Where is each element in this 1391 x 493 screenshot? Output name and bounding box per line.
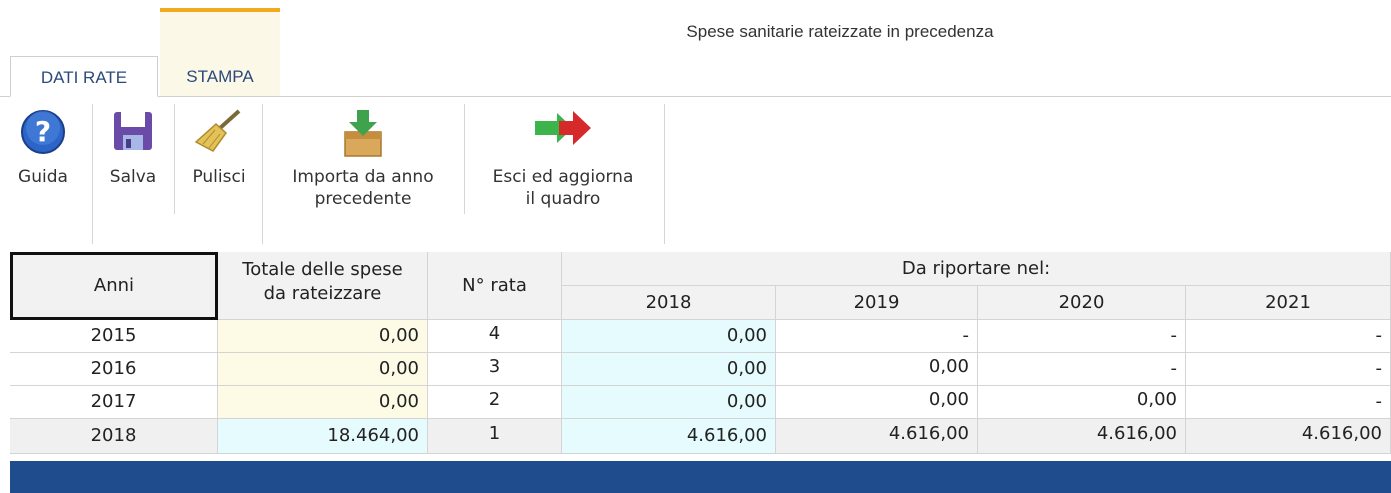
header-year-2018: 2018 (562, 286, 776, 320)
header-year-2020: 2020 (978, 286, 1186, 320)
cell-2021: - (1186, 353, 1391, 386)
tab-stampa[interactable]: STAMPA (160, 56, 280, 97)
header-da-riportare: Da riportare nel: (562, 252, 1391, 286)
window-title: Spese sanitarie rateizzate in precedenza (686, 22, 994, 41)
cell-totale[interactable]: 0,00 (218, 320, 428, 353)
bottom-bar (10, 461, 1391, 493)
exit-arrow-icon (470, 108, 656, 166)
cell-totale[interactable]: 18.464,00 (218, 419, 428, 454)
cell-anno: 2015 (10, 320, 218, 353)
cell-2018[interactable]: 0,00 (562, 320, 776, 353)
cell-2019: 4.616,00 (776, 419, 978, 454)
ribbon-separator (92, 104, 93, 244)
ribbon-separator (262, 104, 263, 244)
pulisci-label: Pulisci (192, 167, 246, 187)
cell-totale[interactable]: 0,00 (218, 386, 428, 419)
cell-rata: 1 (428, 419, 562, 454)
cell-2018[interactable]: 0,00 (562, 386, 776, 419)
help-icon: ? (10, 108, 76, 166)
ribbon-separator (664, 104, 665, 244)
importa-button[interactable]: Importa da anno precedente (270, 108, 456, 210)
cell-2021: 4.616,00 (1186, 419, 1391, 454)
cell-2018[interactable]: 4.616,00 (562, 419, 776, 454)
cell-anno: 2016 (10, 353, 218, 386)
tab-accent-bar (160, 8, 280, 12)
guida-label: Guida (18, 167, 68, 187)
cell-2019: - (776, 320, 978, 353)
cell-rata: 2 (428, 386, 562, 419)
cell-rata: 3 (428, 353, 562, 386)
cell-rata: 4 (428, 320, 562, 353)
cell-2019: 0,00 (776, 353, 978, 386)
header-year-2019: 2019 (776, 286, 978, 320)
ribbon-separator (464, 104, 465, 214)
header-anni: Anni (10, 252, 218, 320)
cell-2020: 0,00 (978, 386, 1186, 419)
cell-2020: - (978, 320, 1186, 353)
cell-2018[interactable]: 0,00 (562, 353, 776, 386)
rate-table: Anni Totale delle spese da rateizzare N°… (10, 252, 1391, 454)
importa-label: Importa da anno precedente (292, 167, 434, 209)
cell-totale[interactable]: 0,00 (218, 353, 428, 386)
cell-anno: 2017 (10, 386, 218, 419)
floppy-save-icon (98, 108, 168, 166)
header-year-2021: 2021 (1186, 286, 1391, 320)
cell-2021: - (1186, 386, 1391, 419)
header-totale: Totale delle spese da rateizzare (218, 252, 428, 320)
salva-label: Salva (109, 167, 157, 187)
import-box-icon (270, 108, 456, 166)
guida-button[interactable]: ? Guida (10, 108, 76, 188)
svg-text:?: ? (35, 115, 51, 148)
cell-2019: 0,00 (776, 386, 978, 419)
broom-icon (180, 108, 258, 166)
pulisci-button[interactable]: Pulisci (180, 108, 258, 188)
ribbon-divider (0, 96, 1391, 97)
cell-2021: - (1186, 320, 1391, 353)
header-rata: N° rata (428, 252, 562, 320)
esci-aggiorna-label: Esci ed aggiorna il quadro (492, 167, 634, 209)
cell-2020: - (978, 353, 1186, 386)
cell-anno: 2018 (10, 419, 218, 454)
ribbon-separator (174, 104, 175, 214)
esci-aggiorna-button[interactable]: Esci ed aggiorna il quadro (470, 108, 656, 210)
app-window: Spese sanitarie rateizzate in precedenza… (0, 0, 1391, 493)
tab-dati-rate[interactable]: DATI RATE (10, 56, 158, 97)
cell-2020: 4.616,00 (978, 419, 1186, 454)
salva-button[interactable]: Salva (98, 108, 168, 188)
